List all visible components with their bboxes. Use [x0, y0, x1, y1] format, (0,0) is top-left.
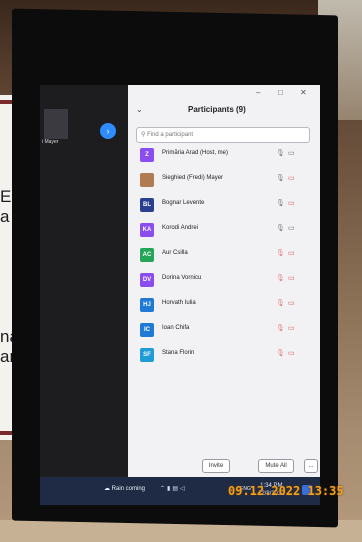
participant-row[interactable]: Z Primăria Arad (Host, me) 🎙 ▭ — [136, 145, 308, 167]
search-input[interactable]: ⚲ Find a participant — [136, 127, 310, 143]
photo-date-stamp: 09.12.2022 13:35 — [228, 484, 344, 498]
avatar: BL — [140, 198, 154, 212]
system-tray[interactable]: ⌃▮▤◁ — [160, 485, 187, 492]
cloud-icon: ☁ — [104, 486, 112, 492]
monitor-screen: i Mayer › – □ ✕ ⌄ Participants (9) ⚲ Fin… — [40, 85, 320, 505]
chevron-up-icon: ⌃ — [160, 486, 168, 492]
search-placeholder: Find a participant — [147, 132, 194, 138]
participant-row[interactable]: Sieghied (Fredi) Mayer 🎙 ▭ — [136, 170, 308, 192]
participant-name: Sieghied (Fredi) Mayer — [162, 175, 224, 181]
microphone-muted-icon[interactable]: 🎙 — [276, 349, 285, 357]
camera-icon[interactable]: ▭ — [288, 149, 295, 157]
participant-name: Dorina Vornicu — [162, 275, 202, 281]
microphone-muted-icon[interactable]: 🎙 — [276, 299, 285, 307]
participant-name: Stana Florin — [162, 350, 195, 356]
avatar: HJ — [140, 298, 154, 312]
avatar: Z — [140, 148, 154, 162]
participant-name: Korodi Andrei — [162, 225, 199, 231]
camera-off-icon[interactable]: ▭ — [288, 249, 295, 257]
avatar: DV — [140, 273, 154, 287]
participant-row[interactable]: HJ Horvath Iulia 🎙 ▭ — [136, 295, 308, 317]
video-area: i Mayer › — [40, 85, 128, 477]
participant-row[interactable]: AC Aur Csilla 🎙 ▭ — [136, 245, 308, 267]
chevron-down-icon[interactable]: ⌄ — [136, 105, 143, 114]
window-title-bar: – □ ✕ — [128, 85, 320, 103]
participants-panel: – □ ✕ ⌄ Participants (9) ⚲ Find a partic… — [128, 85, 320, 477]
participant-row[interactable]: KA Korodi Andrei 🎙 ▭ — [136, 220, 308, 242]
mute-all-button[interactable]: Mute All — [258, 459, 294, 473]
speaker-icon: ◁ — [180, 486, 187, 492]
participant-name: Aur Csilla — [162, 250, 188, 256]
close-button[interactable]: ✕ — [300, 88, 307, 97]
avatar: IC — [140, 323, 154, 337]
microphone-icon[interactable]: 🎙 — [276, 149, 285, 157]
microphone-icon[interactable]: 🎙 — [276, 224, 285, 232]
avatar: KA — [140, 223, 154, 237]
panel-title: Participants (9) — [188, 105, 246, 114]
avatar — [140, 173, 154, 187]
microphone-muted-icon[interactable]: 🎙 — [276, 249, 285, 257]
microphone-muted-icon[interactable]: 🎙 — [276, 274, 285, 282]
panel-footer: Invite Mute All ... — [128, 457, 320, 477]
more-options-button[interactable]: ... — [304, 459, 318, 473]
avatar: SF — [140, 348, 154, 362]
participant-row[interactable]: DV Dorina Vornicu 🎙 ▭ — [136, 270, 308, 292]
video-tile[interactable] — [44, 109, 68, 139]
microphone-icon[interactable]: 🎙 — [276, 199, 285, 207]
participant-name: Bognar Levente — [162, 200, 205, 206]
panel-header: ⌄ Participants (9) — [128, 103, 320, 121]
avatar: AC — [140, 248, 154, 262]
video-name: i Mayer — [42, 139, 59, 145]
camera-off-icon[interactable]: ▭ — [288, 274, 295, 282]
participant-name: Horvath Iulia — [162, 300, 196, 306]
camera-off-icon[interactable]: ▭ — [288, 324, 295, 332]
weather-widget[interactable]: ☁ Rain coming — [104, 485, 145, 492]
weather-text: Rain coming — [111, 486, 146, 492]
camera-icon[interactable]: ▭ — [288, 224, 295, 232]
camera-off-icon[interactable]: ▭ — [288, 349, 295, 357]
participant-name: Ioan Chifa — [162, 325, 190, 331]
search-icon: ⚲ — [141, 132, 146, 138]
invite-button[interactable]: Invite — [202, 459, 230, 473]
next-page-button[interactable]: › — [100, 123, 116, 139]
participant-row[interactable]: IC Ioan Chifa 🎙 ▭ — [136, 320, 308, 342]
microphone-icon[interactable]: 🎙 — [276, 174, 285, 182]
maximize-button[interactable]: □ — [278, 88, 283, 97]
camera-off-icon[interactable]: ▭ — [288, 299, 295, 307]
participant-name: Primăria Arad (Host, me) — [162, 150, 229, 156]
camera-off-icon[interactable]: ▭ — [288, 199, 295, 207]
participant-row[interactable]: BL Bognar Levente 🎙 ▭ — [136, 195, 308, 217]
participant-row[interactable]: SF Stana Florin 🎙 ▭ — [136, 345, 308, 367]
network-icon: ▤ — [172, 486, 181, 492]
microphone-muted-icon[interactable]: 🎙 — [276, 324, 285, 332]
minimize-button[interactable]: – — [256, 88, 260, 97]
camera-off-icon[interactable]: ▭ — [288, 174, 295, 182]
